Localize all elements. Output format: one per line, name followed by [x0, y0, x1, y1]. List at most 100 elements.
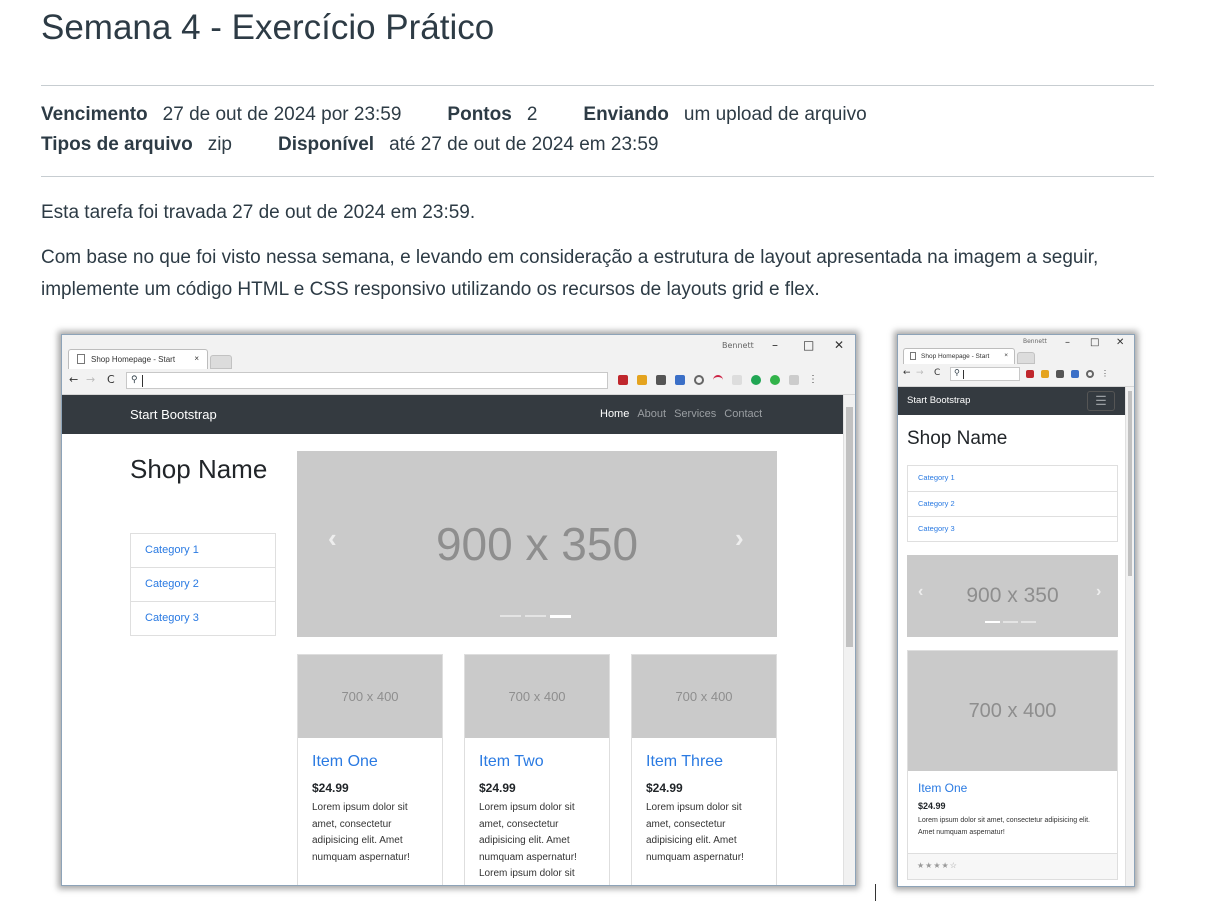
- product-card: 700 x 400 Item One $24.99 Lorem ipsum do…: [297, 654, 443, 885]
- extension-icon: [1056, 370, 1064, 378]
- card-price: $24.99: [646, 781, 683, 795]
- assignment-meta-row-1: Vencimento 27 de out de 2024 por 23:59 P…: [41, 104, 913, 126]
- page-title: Semana 4 - Exercício Prático: [41, 8, 495, 47]
- carousel-next-icon: ›: [735, 523, 744, 553]
- scrollbar-thumb: [846, 407, 853, 647]
- carousel-indicator: [1003, 621, 1018, 623]
- due-value: 27 de out de 2024 por 23:59: [162, 104, 402, 125]
- new-tab-icon: [1017, 352, 1035, 364]
- extension-icons: ⋮: [1026, 370, 1109, 378]
- card-text: Lorem ipsum dolor sit amet, consectetur …: [479, 802, 577, 879]
- category-item: Category 3: [145, 612, 199, 624]
- navbar-links: Home About Services Contact: [600, 408, 762, 420]
- extension-icon: [675, 375, 685, 385]
- desktop-mockup-image: Shop Homepage - Start × Bennett – □ ✕ ← …: [61, 334, 856, 886]
- navbar-brand: Start Bootstrap: [130, 407, 217, 422]
- assignment-instructions: Com base no que foi visto nessa semana, …: [41, 247, 1099, 300]
- search-icon: ⚲: [131, 374, 138, 384]
- page-icon: [77, 354, 85, 364]
- card-title: Item One: [918, 781, 968, 795]
- extension-icon: [1026, 370, 1034, 378]
- address-bar: ⚲: [950, 367, 1020, 381]
- nav-link-contact: Contact: [724, 408, 763, 420]
- window-user-label: Bennett: [1023, 338, 1047, 345]
- file-types-value: zip: [207, 134, 232, 155]
- text-cursor: [875, 884, 876, 901]
- site-navbar: Start Bootstrap ☰: [898, 387, 1134, 415]
- extension-icon: [789, 375, 799, 385]
- extension-icon: [1086, 370, 1094, 378]
- extension-icon: [1041, 370, 1049, 378]
- card-price: $24.99: [479, 781, 516, 795]
- search-icon: ⚲: [954, 368, 960, 377]
- card-text: Lorem ipsum dolor sit amet, consectetur …: [312, 802, 410, 863]
- points-value: 2: [526, 104, 538, 125]
- browser-tab: Shop Homepage - Start ×: [903, 348, 1015, 364]
- close-icon: ✕: [834, 338, 845, 352]
- browser-tab-title: Shop Homepage - Start: [921, 353, 990, 360]
- product-card: 700 x 400 Item Three $24.99 Lorem ipsum …: [631, 654, 777, 885]
- extension-icon: [637, 375, 647, 385]
- card-title: Item One: [312, 753, 378, 770]
- extension-icon: [713, 375, 723, 385]
- carousel-next-icon: ›: [1096, 583, 1102, 600]
- close-icon: ✕: [1116, 337, 1125, 348]
- card-image-placeholder: 700 x 400: [298, 655, 442, 738]
- category-item: Category 1: [131, 534, 275, 568]
- extension-icon: [770, 375, 780, 385]
- maximize-icon: □: [803, 338, 815, 352]
- extension-icon: [618, 375, 628, 385]
- text-caret: [963, 370, 964, 379]
- browser-chrome: Shop Homepage - Start × Bennett – □ ✕ ← …: [62, 335, 855, 395]
- carousel-label: 900 x 350: [435, 518, 639, 570]
- carousel-indicators: [985, 621, 1036, 623]
- back-arrow-icon: ←: [69, 373, 79, 386]
- mobile-mockup-image: Shop Homepage - Start × Bennett – □ ✕ ← …: [897, 334, 1135, 887]
- carousel-placeholder: 900 x 350: [907, 555, 1118, 637]
- divider: [41, 176, 1154, 177]
- kebab-menu-icon: ⋮: [1101, 369, 1109, 378]
- back-arrow-icon: ←: [903, 368, 911, 378]
- card-title: Item Two: [479, 753, 544, 770]
- browser-chrome: Shop Homepage - Start × Bennett – □ ✕ ← …: [898, 335, 1134, 387]
- extension-icon: [751, 375, 761, 385]
- text-caret: [142, 375, 143, 387]
- locked-notice: Esta tarefa foi travada 27 de out de 202…: [41, 202, 476, 223]
- shop-name-heading: Shop Name: [130, 454, 268, 484]
- navbar-brand: Start Bootstrap: [907, 395, 971, 406]
- carousel-prev-icon: ‹: [918, 583, 924, 600]
- category-item: Category 1: [908, 466, 1117, 492]
- carousel-label: 900 x 350: [966, 584, 1059, 607]
- browser-tab: Shop Homepage - Start ×: [68, 349, 208, 369]
- carousel-indicator: [525, 615, 546, 617]
- assignment-meta-row-2: Tipos de arquivo zip Disponível até 27 d…: [41, 134, 704, 156]
- nav-link-about: About: [637, 408, 667, 420]
- extension-icons: ⋮: [618, 375, 818, 385]
- card-price: $24.99: [918, 801, 946, 811]
- submitting-label: Enviando: [583, 104, 669, 125]
- card-text: Lorem ipsum dolor sit amet, consectetur …: [646, 802, 744, 863]
- card-text: Lorem ipsum dolor sit amet, consectetur …: [918, 817, 1090, 836]
- card-image-placeholder: 700 x 400: [908, 651, 1117, 771]
- card-footer: ★★★★☆: [908, 853, 1117, 879]
- forward-arrow-icon: →: [916, 368, 924, 378]
- hamburger-menu-icon: ☰: [1087, 391, 1115, 411]
- extension-icon: [732, 375, 742, 385]
- reload-icon: C: [107, 373, 115, 386]
- tab-close-icon: ×: [194, 354, 199, 363]
- forward-arrow-icon: →: [86, 373, 96, 386]
- extension-icon: [1071, 370, 1079, 378]
- carousel-indicator: [500, 615, 521, 617]
- points-label: Pontos: [447, 104, 512, 125]
- card-title: Item Three: [646, 753, 724, 770]
- nav-link-services: Services: [674, 408, 717, 420]
- product-card: 700 x 400 Item One $24.99 Lorem ipsum do…: [907, 650, 1118, 880]
- card-image-placeholder: 700 x 400: [632, 655, 776, 738]
- page-icon: [910, 352, 916, 360]
- browser-tab-title: Shop Homepage - Start: [91, 355, 176, 364]
- shop-name-heading: Shop Name: [907, 428, 1008, 449]
- product-card: 700 x 400 Item Two $24.99 Lorem ipsum do…: [464, 654, 610, 885]
- available-label: Disponível: [277, 134, 375, 155]
- category-item: Category 2: [131, 568, 275, 602]
- nav-link-home: Home: [600, 408, 630, 420]
